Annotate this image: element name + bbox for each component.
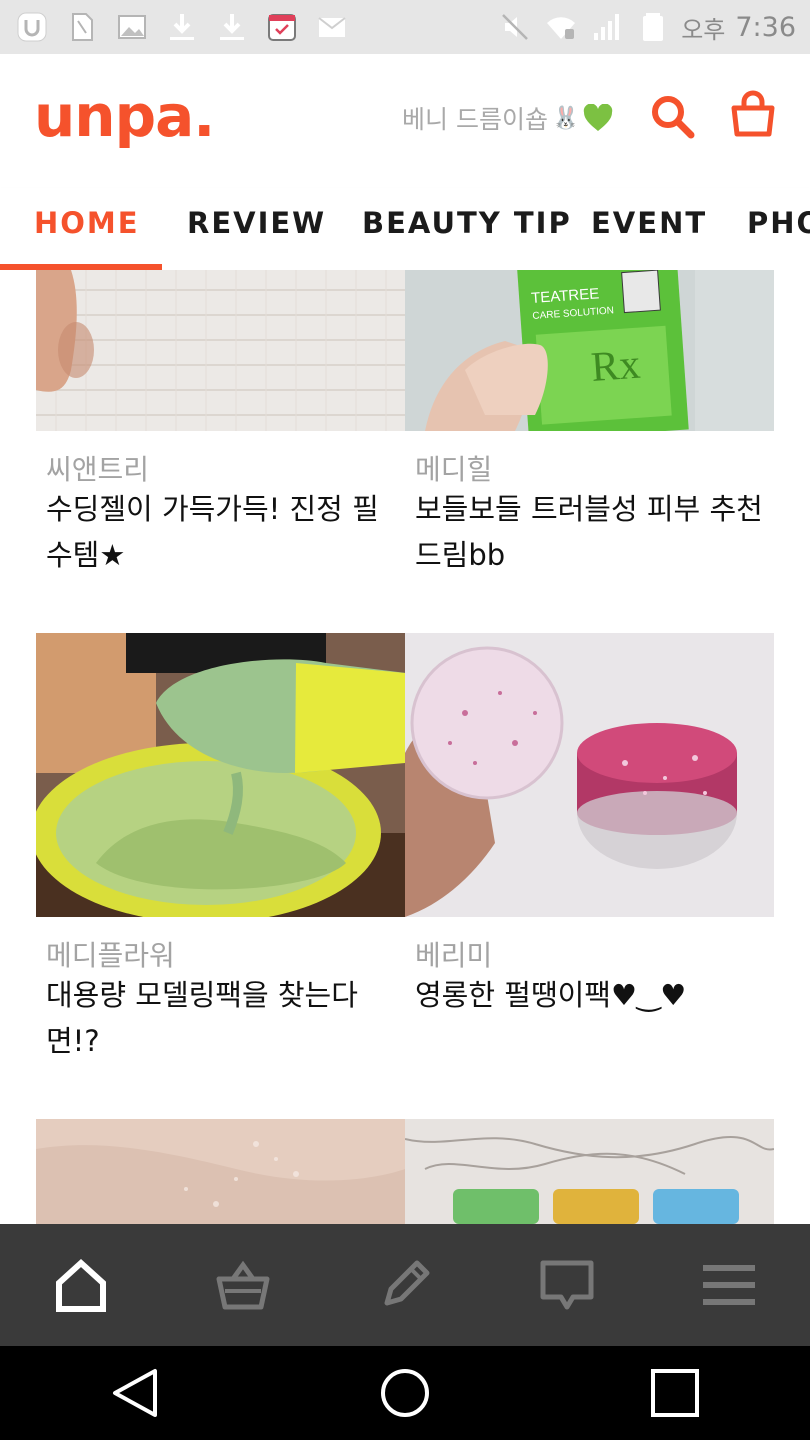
home-circle-icon xyxy=(381,1369,429,1417)
wifi-icon xyxy=(543,9,579,45)
review-card[interactable] xyxy=(405,1119,774,1224)
tab-beauty-tip[interactable]: BEAUTY TIP xyxy=(362,206,572,240)
recents-button[interactable] xyxy=(645,1363,705,1423)
category-tabs: HOME REVIEW BEAUTY TIP EVENT PHO xyxy=(0,188,810,270)
image-icon xyxy=(114,9,150,45)
battery-icon xyxy=(635,9,671,45)
notification-icons xyxy=(0,9,350,45)
status-bar: 오후 7:36 xyxy=(0,0,810,54)
card-thumbnail xyxy=(36,270,405,431)
download-icon xyxy=(214,9,250,45)
nav-chat[interactable] xyxy=(486,1224,648,1346)
card-title: 영롱한 펄땡이팩♥‿♥ xyxy=(415,978,687,1012)
mail-icon xyxy=(314,9,350,45)
app-header: unpa. 베니 드름이숍 🐰 xyxy=(0,54,810,188)
card-thumbnail: TEATREE CARE SOLUTION Rx xyxy=(405,270,774,431)
review-card[interactable]: 베리미 영롱한 펄땡이팩♥‿♥ xyxy=(405,633,774,1113)
heart-icon xyxy=(584,104,613,131)
home-icon xyxy=(56,1258,106,1312)
bottom-navigation xyxy=(0,1224,810,1346)
review-feed: 씨앤트리 수딩젤이 가득가득! 진정 필수템★ TEATREE CARE SOL… xyxy=(0,270,810,1224)
card-brand: 베리미 xyxy=(415,939,493,972)
system-navigation-bar xyxy=(0,1346,810,1440)
search-button[interactable] xyxy=(648,92,698,142)
status-ampm: 오후 xyxy=(681,15,726,44)
signal-icon xyxy=(589,9,625,45)
review-card[interactable]: 메디플라워 대용량 모델링팩을 찾는다면!? xyxy=(36,633,405,1113)
tab-review[interactable]: REVIEW xyxy=(187,206,326,240)
basket-icon xyxy=(216,1260,270,1310)
card-title: 보들보들 트러블성 피부 추천드림bb xyxy=(415,492,763,572)
card-thumbnail xyxy=(36,1119,405,1224)
tab-event[interactable]: EVENT xyxy=(591,206,707,240)
card-title: 대용량 모델링팩을 찾는다면!? xyxy=(46,978,358,1058)
chat-icon xyxy=(540,1260,594,1310)
search-icon xyxy=(652,96,695,139)
status-time: 7:36 xyxy=(735,11,796,43)
bunny-emoji: 🐰 xyxy=(551,105,580,131)
card-brand: 씨앤트리 xyxy=(46,453,150,486)
nav-shop[interactable] xyxy=(162,1224,324,1346)
tab-photo[interactable]: PHO xyxy=(747,206,810,240)
unpa-logo[interactable]: unpa. xyxy=(34,82,215,150)
promo-text: 베니 드름이숍 xyxy=(402,105,548,134)
card-thumbnail xyxy=(36,633,405,917)
download-icon xyxy=(164,9,200,45)
nav-home[interactable] xyxy=(0,1224,162,1346)
home-button[interactable] xyxy=(375,1363,435,1423)
card-brand: 메디플라워 xyxy=(46,939,175,972)
header-promo[interactable]: 베니 드름이숍 🐰 xyxy=(402,100,613,136)
pencil-icon xyxy=(384,1260,430,1306)
nav-write[interactable] xyxy=(324,1224,486,1346)
card-thumbnail xyxy=(405,1119,774,1224)
mute-icon xyxy=(497,9,533,45)
back-icon xyxy=(113,1369,157,1417)
shopping-bag-icon xyxy=(731,90,775,137)
svg-text:Rx: Rx xyxy=(590,342,642,391)
u-app-icon xyxy=(14,9,50,45)
card-title: 수딩젤이 가득가득! 진정 필수템★ xyxy=(46,492,379,572)
tab-home[interactable]: HOME xyxy=(34,206,140,240)
review-card[interactable]: TEATREE CARE SOLUTION Rx 메디힐 보들보들 트러블성 피… xyxy=(405,270,774,610)
card-brand: 메디힐 xyxy=(415,453,493,486)
sim-card-icon xyxy=(64,9,100,45)
calendar-check-icon xyxy=(264,9,300,45)
back-button[interactable] xyxy=(105,1363,165,1423)
review-card[interactable] xyxy=(36,1119,405,1224)
system-status: 오후 7:36 xyxy=(497,9,810,45)
review-card[interactable]: 씨앤트리 수딩젤이 가득가득! 진정 필수템★ xyxy=(36,270,405,610)
nav-menu[interactable] xyxy=(648,1224,810,1346)
cart-button[interactable] xyxy=(728,90,778,140)
menu-icon xyxy=(703,1265,755,1305)
recents-icon xyxy=(651,1369,699,1417)
card-thumbnail xyxy=(405,633,774,917)
